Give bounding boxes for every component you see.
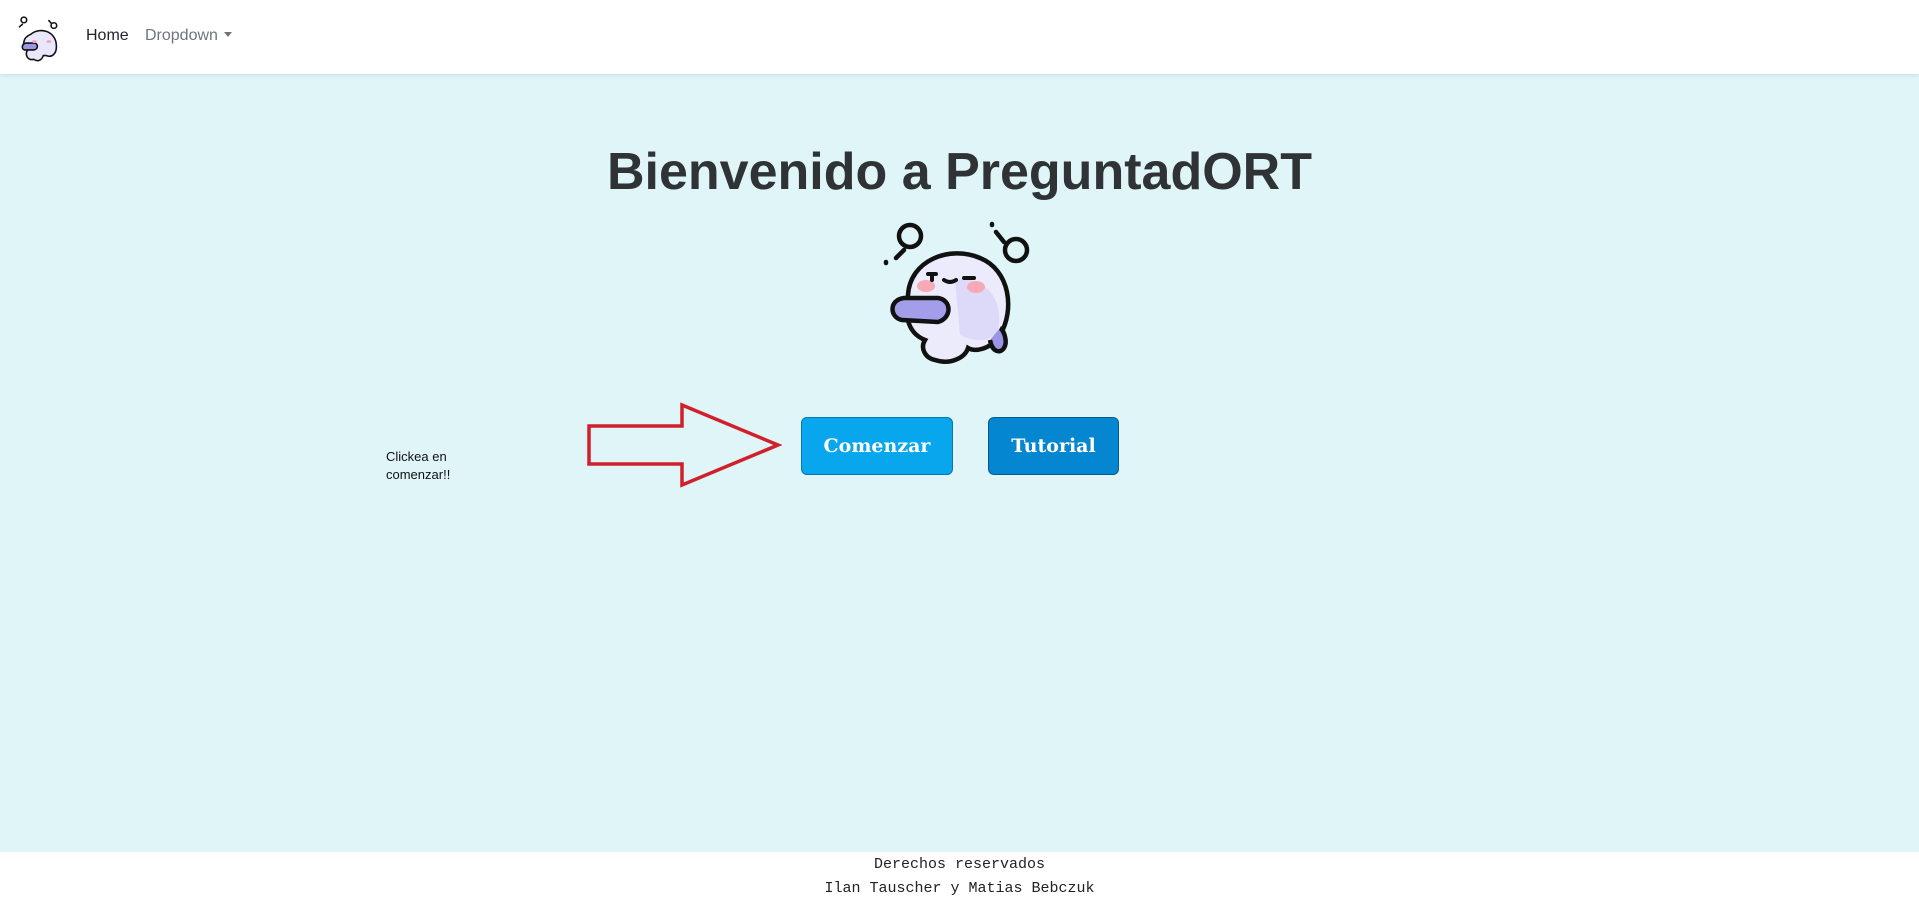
caret-down-icon	[223, 32, 232, 37]
nav-dropdown-toggle[interactable]: Dropdown	[145, 27, 232, 45]
nav-dropdown-label: Dropdown	[145, 27, 218, 44]
navbar: Home Dropdown	[0, 0, 1919, 74]
footer-authors: Ilan Tauscher y Matias Bebczuk	[824, 880, 1095, 897]
right-arrow-icon	[587, 402, 782, 488]
footer-rights: Derechos reservados	[873, 856, 1046, 873]
tutorial-button[interactable]: Tutorial	[988, 417, 1119, 475]
nav-home-link[interactable]: Home	[86, 27, 129, 45]
hint-text: Clickea en comenzar!!	[386, 449, 451, 482]
main-content: Bienvenido a PreguntadORT Clickea en com…	[0, 74, 1919, 852]
ghost-mascot-icon[interactable]	[12, 14, 62, 64]
start-button[interactable]: Comenzar	[801, 417, 953, 475]
ghost-mascot-icon	[883, 221, 1030, 364]
footer: Derechos reservados Ilan Tauscher y Mati…	[0, 852, 1919, 906]
page-title: Bienvenido a PreguntadORT	[607, 143, 1312, 201]
